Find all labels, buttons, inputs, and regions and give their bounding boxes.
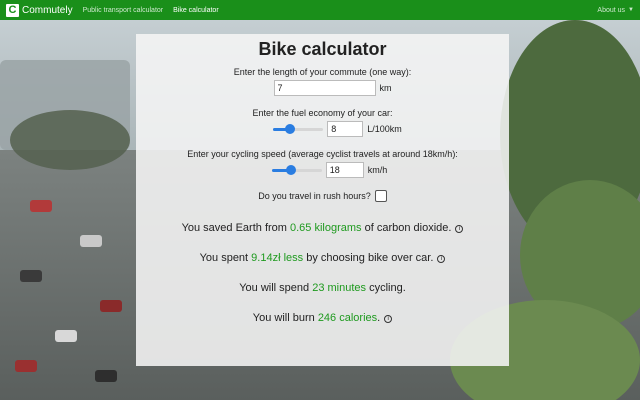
car	[80, 235, 102, 247]
navbar: C Commutely Public transport calculator …	[0, 0, 640, 20]
slider-knob[interactable]	[285, 165, 296, 175]
info-icon[interactable]: i	[437, 255, 446, 263]
car	[20, 270, 42, 282]
fuel-slider[interactable]	[273, 124, 324, 134]
car	[55, 330, 77, 342]
result-text: You will burn	[252, 312, 318, 324]
result-text: cycling.	[366, 282, 406, 294]
result-text: by choosing bike over car.	[303, 252, 434, 264]
about-label: About us	[597, 6, 626, 14]
commute-unit: km	[379, 83, 392, 93]
fuel-unit: L/100km	[367, 124, 402, 134]
car	[95, 370, 117, 382]
result-money: You spent 9.14zł less by choosing bike o…	[136, 252, 509, 264]
rush-checkbox[interactable]	[374, 190, 387, 202]
rush-label: Do you travel in rush hours?	[258, 191, 371, 201]
result-text: .	[377, 312, 381, 324]
brand-name[interactable]: Commutely	[22, 5, 73, 16]
fuel-input[interactable]	[327, 121, 364, 137]
page-title: Bike calculator	[258, 39, 387, 59]
speed-unit: km/h	[367, 165, 388, 175]
result-value: 9.14zł less	[251, 252, 304, 264]
caret-down-icon: ▼	[628, 7, 634, 13]
car	[30, 200, 52, 212]
result-value: 23 minutes	[312, 282, 367, 294]
fuel-label: Enter the fuel economy of your car:	[252, 108, 393, 118]
result-text: You spent	[199, 252, 252, 264]
car	[15, 360, 37, 372]
info-icon[interactable]: i	[455, 225, 464, 233]
commute-label: Enter the length of your commute (one wa…	[233, 67, 412, 77]
result-text: You saved Earth from	[181, 222, 290, 234]
result-co2: You saved Earth from 0.65 kilograms of c…	[136, 222, 509, 234]
speed-slider[interactable]	[271, 165, 322, 175]
result-calories: You will burn 246 calories. i	[136, 312, 509, 324]
nav-bike-calculator[interactable]: Bike calculator	[173, 7, 219, 14]
logo-icon[interactable]: C	[6, 3, 19, 17]
result-text: of carbon dioxide.	[361, 222, 452, 234]
nav-public-transport[interactable]: Public transport calculator	[83, 7, 164, 14]
result-time: You will spend 23 minutes cycling.	[136, 282, 509, 294]
about-dropdown[interactable]: About us ▼	[597, 7, 634, 14]
info-icon[interactable]: i	[384, 315, 393, 323]
calculator-panel: Bike calculator Enter the length of your…	[136, 34, 509, 366]
result-value: 0.65 kilograms	[290, 222, 362, 234]
car	[100, 300, 122, 312]
speed-input[interactable]	[325, 162, 364, 178]
slider-knob[interactable]	[285, 124, 296, 134]
tree	[10, 110, 130, 170]
speed-label: Enter your cycling speed (average cyclis…	[187, 149, 458, 159]
result-text: You will spend	[239, 282, 313, 294]
result-value: 246 calories	[317, 312, 378, 324]
commute-input[interactable]	[273, 80, 376, 96]
